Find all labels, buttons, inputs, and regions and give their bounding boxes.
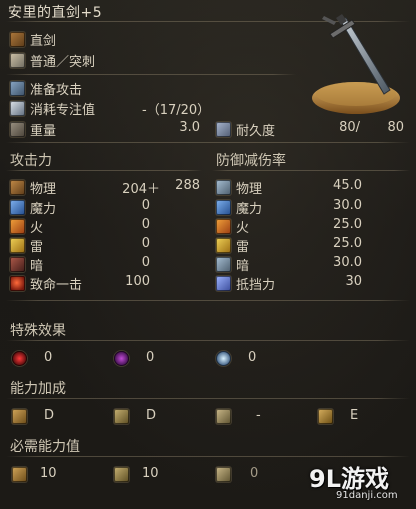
effect-value: 0 (248, 350, 257, 365)
attack-label: 暗 (30, 259, 44, 274)
requirement-value: 0 (250, 466, 259, 481)
magic-attack-icon (10, 200, 25, 215)
physical-defense-icon (216, 180, 231, 195)
attack-label: 魔力 (30, 202, 57, 217)
defense-header-divider (212, 170, 410, 171)
dark-attack-icon (10, 257, 25, 272)
weight-value: 3.0 (179, 120, 200, 135)
section-divider (6, 300, 410, 301)
attack-label: 火 (30, 221, 44, 236)
weapon-image (300, 12, 412, 124)
skill-icon (10, 81, 25, 96)
defense-label: 魔力 (236, 202, 263, 217)
requirements-header-divider (6, 456, 410, 457)
attack-header: 攻击力 (10, 153, 52, 169)
intelligence-icon (216, 467, 231, 482)
attack-value: 0 (141, 217, 150, 232)
item-detail-panel: 安里的直剑+5 直剑 普通／突刺 准备攻击 消耗专注值 -（17/20） 重量 … (0, 0, 416, 509)
stats-divider (6, 142, 410, 143)
defense-value: 30.0 (333, 255, 362, 270)
weapon-type: 直剑 (30, 34, 57, 49)
fire-attack-icon (10, 219, 25, 234)
magic-defense-icon (216, 200, 231, 215)
fp-cost-icon (10, 101, 25, 116)
lightning-attack-icon (10, 238, 25, 253)
scaling-value: E (350, 408, 359, 423)
scaling-header-divider (6, 398, 410, 399)
defense-label: 火 (236, 221, 250, 236)
weapon-skill: 准备攻击 (30, 83, 83, 98)
attack-type: 普通／突刺 (30, 55, 96, 70)
attack-header-divider (6, 170, 202, 171)
poison-icon (114, 351, 129, 366)
attack-value: 0 (141, 198, 150, 213)
defense-label: 雷 (236, 240, 250, 255)
durability-label: 耐久度 (236, 124, 276, 139)
watermark-url: 91danji.com (336, 490, 398, 501)
effects-header-divider (6, 340, 410, 341)
critical-icon (10, 276, 25, 291)
attack-value: 100 (125, 274, 150, 289)
attack-label: 物理 (30, 182, 57, 197)
requirement-value: 10 (40, 466, 57, 481)
weapon-type-icon (10, 32, 25, 47)
strength-icon (12, 409, 27, 424)
defense-label: 暗 (236, 259, 250, 274)
lightning-defense-icon (216, 238, 231, 253)
defense-label: 物理 (236, 182, 263, 197)
faith-icon (318, 409, 333, 424)
weight-icon (10, 122, 25, 137)
defense-header: 防御减伤率 (216, 153, 286, 169)
watermark-logo: 9L游戏 (309, 465, 389, 493)
effects-header: 特殊效果 (10, 323, 66, 339)
requirements-header: 必需能力值 (10, 439, 80, 455)
attack-label: 雷 (30, 240, 44, 255)
effect-value: 0 (146, 350, 155, 365)
attack-value: 0 (141, 236, 150, 251)
dark-defense-icon (216, 257, 231, 272)
fp-cost-label: 消耗专注值 (30, 103, 96, 118)
stability-icon (216, 276, 231, 291)
defense-label: 抵挡力 (236, 278, 276, 293)
defense-value: 30 (345, 274, 362, 289)
intelligence-icon (216, 409, 231, 424)
attack-type-icon (10, 53, 25, 68)
defense-value: 45.0 (333, 178, 362, 193)
fire-defense-icon (216, 219, 231, 234)
scaling-value: - (256, 408, 261, 423)
scaling-header: 能力加成 (10, 381, 66, 397)
durability-current: 80/ (339, 120, 360, 135)
defense-value: 25.0 (333, 217, 362, 232)
attack-value: 0 (141, 255, 150, 270)
scaling-value: D (44, 408, 55, 423)
frost-icon (216, 351, 231, 366)
durability-icon (216, 122, 231, 137)
fp-cost-value: -（17/20） (142, 103, 211, 118)
defense-value: 30.0 (333, 198, 362, 213)
defense-value: 25.0 (333, 236, 362, 251)
item-name: 安里的直剑+5 (8, 5, 103, 21)
info-divider (6, 74, 296, 75)
weight-label: 重量 (30, 124, 57, 139)
dexterity-icon (114, 467, 129, 482)
attack-label: 致命一击 (30, 278, 83, 293)
attack-value: 204＋ (122, 182, 160, 197)
attack-bonus-value: 288 (175, 178, 200, 193)
scaling-value: D (146, 408, 157, 423)
durability-max: 80 (387, 120, 404, 135)
strength-icon (12, 467, 27, 482)
effect-value: 0 (44, 350, 53, 365)
bleed-icon (12, 351, 27, 366)
dexterity-icon (114, 409, 129, 424)
requirement-value: 10 (142, 466, 159, 481)
physical-attack-icon (10, 180, 25, 195)
